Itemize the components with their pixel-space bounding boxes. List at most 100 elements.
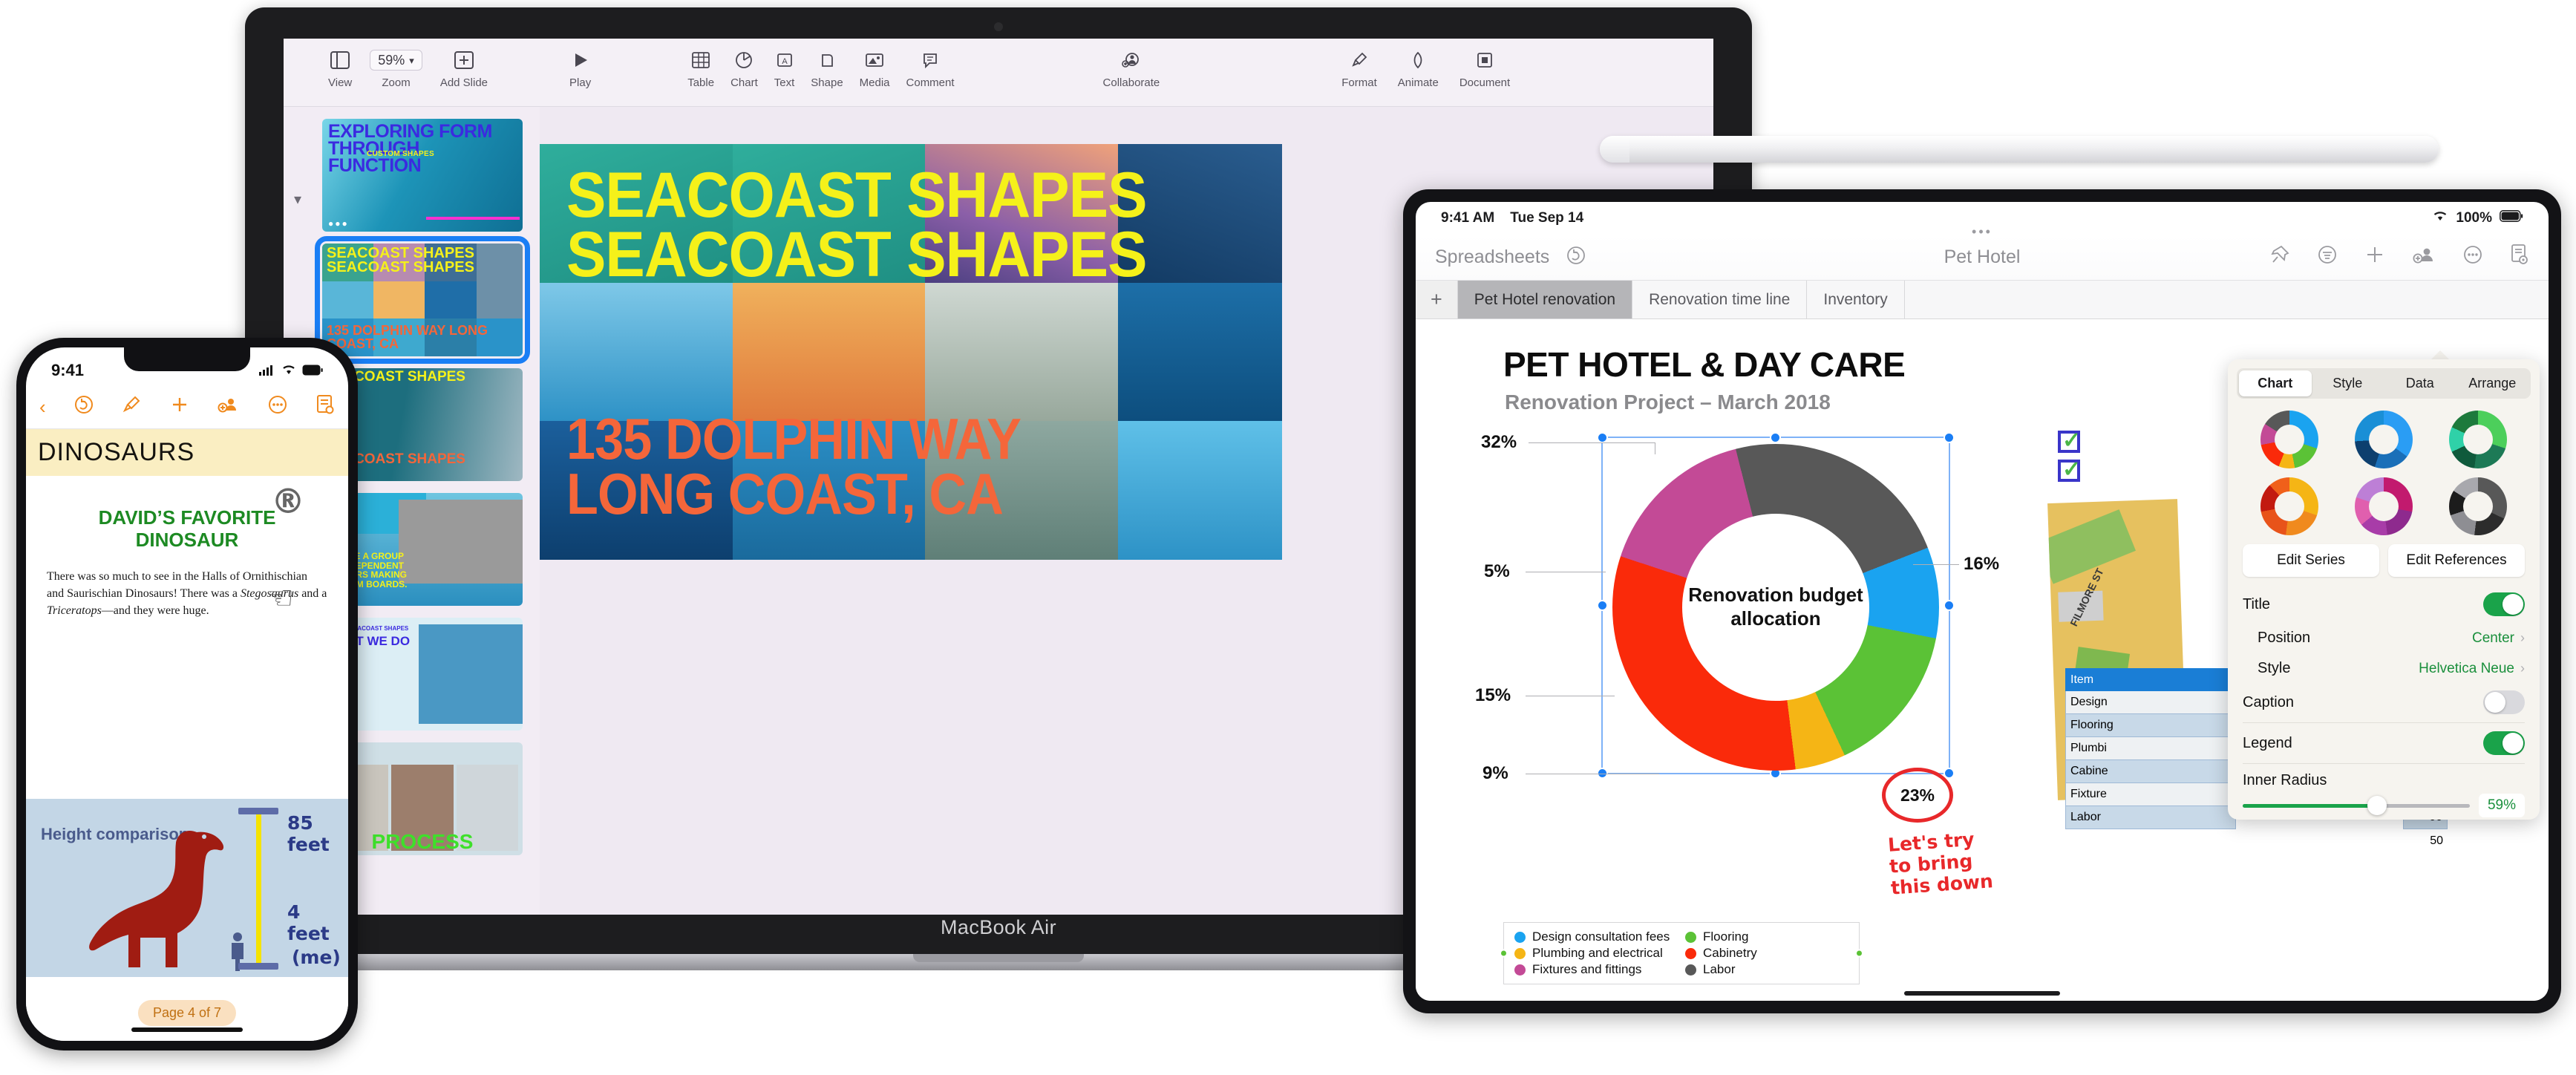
toolbar-add-slide-button[interactable]: Add Slide [440, 39, 488, 89]
document-icon[interactable] [2510, 244, 2529, 271]
row-position[interactable]: Position Center › [2228, 623, 2540, 653]
donut-ring[interactable]: Renovation budget allocation [1612, 444, 1939, 771]
sheet-tab-renovation-time-line[interactable]: Renovation time line [1632, 281, 1808, 318]
chart-legend[interactable]: Design consultation fees Flooring Plumbi… [1500, 922, 1863, 984]
height-comparison-figure[interactable]: Height comparison 85 feet 4 feet (me) [26, 799, 348, 977]
pin-icon[interactable] [2269, 244, 2290, 270]
slide-title[interactable]: SEACOAST SHAPES SEACOAST SHAPES [566, 163, 1229, 287]
table-value[interactable]: 50 [2403, 829, 2448, 852]
spreadsheet-canvas[interactable]: PET HOTEL & DAY CARE Renovation Project … [1416, 319, 2549, 1001]
chart-format-panel[interactable]: Chart Style Data Arrange Edit Series Edi… [2228, 359, 2540, 820]
sheet-tab-inventory[interactable]: Inventory [1807, 281, 1905, 318]
format-brush-icon[interactable] [121, 394, 142, 420]
toolbar-animate-button[interactable]: Animate [1398, 39, 1439, 89]
home-indicator[interactable] [1904, 991, 2060, 996]
page-indicator: Page 4 of 7 [137, 1000, 237, 1026]
add-collaborator-icon[interactable] [218, 394, 240, 420]
toolbar-chart-button[interactable]: Chart [730, 39, 758, 89]
battery-icon [302, 361, 323, 380]
title-toggle[interactable] [2483, 592, 2525, 616]
resize-handle-ml[interactable] [1597, 599, 1608, 611]
doc-banner-title: DINOSAURS [26, 429, 348, 476]
resize-handle-tr[interactable] [1944, 432, 1955, 443]
toolbar-shape-button[interactable]: Shape [811, 39, 843, 89]
slide-thumbnail-1[interactable]: EXPLORING FORM THROUGH FUNCTION CUSTOM S… [322, 119, 523, 232]
current-slide[interactable]: SEACOAST SHAPES SEACOAST SHAPES 135 DOLP… [540, 144, 1282, 560]
inner-radius-slider-row[interactable]: 59% [2228, 791, 2540, 820]
inner-radius-slider[interactable] [2243, 796, 2470, 815]
toolbar-media-button[interactable]: Media [860, 39, 890, 89]
drag-dots-icon[interactable]: ••• [1972, 224, 1993, 240]
checkbox-checked-1: ✓ [2058, 428, 2081, 453]
row-title[interactable]: Title [2228, 586, 2540, 623]
purple-swatch[interactable] [2354, 477, 2413, 535]
more-ellipsis-icon[interactable] [267, 394, 288, 420]
legend-handle-right[interactable] [1855, 949, 1863, 958]
edit-series-button[interactable]: Edit Series [2243, 544, 2379, 577]
status-time: 9:41 [51, 361, 85, 379]
more-ellipsis-icon[interactable] [2462, 244, 2483, 270]
undo-icon[interactable] [1566, 245, 1586, 269]
iphone-toolbar: ‹ [26, 386, 348, 429]
home-indicator[interactable] [131, 1027, 243, 1032]
tab-style[interactable]: Style [2312, 370, 2384, 396]
insert-plus-icon[interactable] [169, 394, 190, 420]
toolbar-shape-label: Shape [811, 76, 843, 89]
row-style-value: Helvetica Neue [2419, 661, 2514, 676]
toolbar-view-button[interactable]: View [328, 39, 352, 89]
toolbar-play-button[interactable]: Play [569, 39, 591, 89]
table-row[interactable]: Fixture [2065, 783, 2236, 806]
add-sheet-button[interactable]: + [1416, 281, 1458, 318]
toolbar-comment-button[interactable]: Comment [906, 39, 955, 89]
table-row[interactable]: Flooring [2065, 714, 2236, 737]
toolbar-zoom-control[interactable]: 59% ▾ Zoom [370, 39, 422, 89]
legend-handle-left[interactable] [1500, 949, 1508, 958]
toolbar-text-button[interactable]: A Text [774, 39, 795, 89]
table-row[interactable]: Labor [2065, 806, 2236, 829]
edit-references-button[interactable]: Edit References [2388, 544, 2525, 577]
caption-toggle[interactable] [2483, 690, 2525, 714]
toolbar-document-button[interactable]: Document [1459, 39, 1510, 89]
format-list-icon[interactable] [2317, 244, 2338, 270]
measure-line [256, 812, 261, 967]
back-chevron-icon[interactable]: ‹ [39, 396, 46, 419]
tab-arrange[interactable]: Arrange [2456, 370, 2529, 396]
orange-swatch[interactable] [2260, 477, 2319, 535]
slide-address[interactable]: 135 DOLPHIN WAY LONG COAST, CA [566, 410, 1208, 523]
sheet-tab-pet-hotel-renovation[interactable]: Pet Hotel renovation [1457, 281, 1633, 318]
tab-chart[interactable]: Chart [2239, 370, 2312, 396]
resize-handle-tc[interactable] [1770, 432, 1781, 443]
status-date: Tue Sep 14 [1510, 210, 1584, 226]
back-to-spreadsheets-button[interactable]: Spreadsheets [1435, 246, 1549, 268]
budget-table[interactable]: Item Design Flooring Plumbi Cabine Fixtu… [2065, 668, 2236, 829]
panel-action-buttons: Edit Series Edit References [2228, 541, 2540, 586]
gray-swatch[interactable] [2448, 477, 2507, 535]
row-style[interactable]: Style Helvetica Neue › [2228, 653, 2540, 684]
toolbar-format-button[interactable]: Format [1341, 39, 1377, 89]
chevron-down-icon[interactable]: ▾ [294, 190, 301, 209]
insert-plus-icon[interactable] [2364, 244, 2385, 270]
donut-chart[interactable]: Renovation budget allocation 32% 5% 15% … [1475, 432, 1999, 808]
table-row[interactable]: Design [2065, 691, 2236, 714]
iphone-document[interactable]: DINOSAURS ® ☜ DAVID’S FAVORITE DINOSAUR … [26, 429, 348, 1041]
resize-handle-mr[interactable] [1944, 599, 1955, 611]
toolbar-collaborate-button[interactable]: Collaborate [1103, 39, 1160, 89]
tab-data[interactable]: Data [2384, 370, 2456, 396]
row-caption[interactable]: Caption [2228, 684, 2540, 721]
slider-knob[interactable] [2367, 796, 2387, 815]
toolbar-text-label: Text [774, 76, 795, 89]
undo-icon[interactable] [73, 394, 94, 420]
toolbar-table-button[interactable]: Table [687, 39, 714, 89]
legend-toggle[interactable] [2483, 731, 2525, 755]
blue-swatch[interactable] [2354, 411, 2413, 468]
green-swatch[interactable] [2448, 411, 2507, 468]
multicolor-swatch[interactable] [2260, 411, 2319, 468]
table-row[interactable]: Plumbi [2065, 737, 2236, 760]
row-position-value: Center [2471, 630, 2514, 646]
add-collaborator-icon[interactable] [2412, 244, 2436, 270]
document-icon[interactable] [316, 394, 335, 420]
zoom-value[interactable]: 59% ▾ [370, 50, 422, 71]
resize-handle-tl[interactable] [1597, 432, 1608, 443]
row-legend[interactable]: Legend [2228, 725, 2540, 762]
table-row[interactable]: Cabine [2065, 760, 2236, 783]
